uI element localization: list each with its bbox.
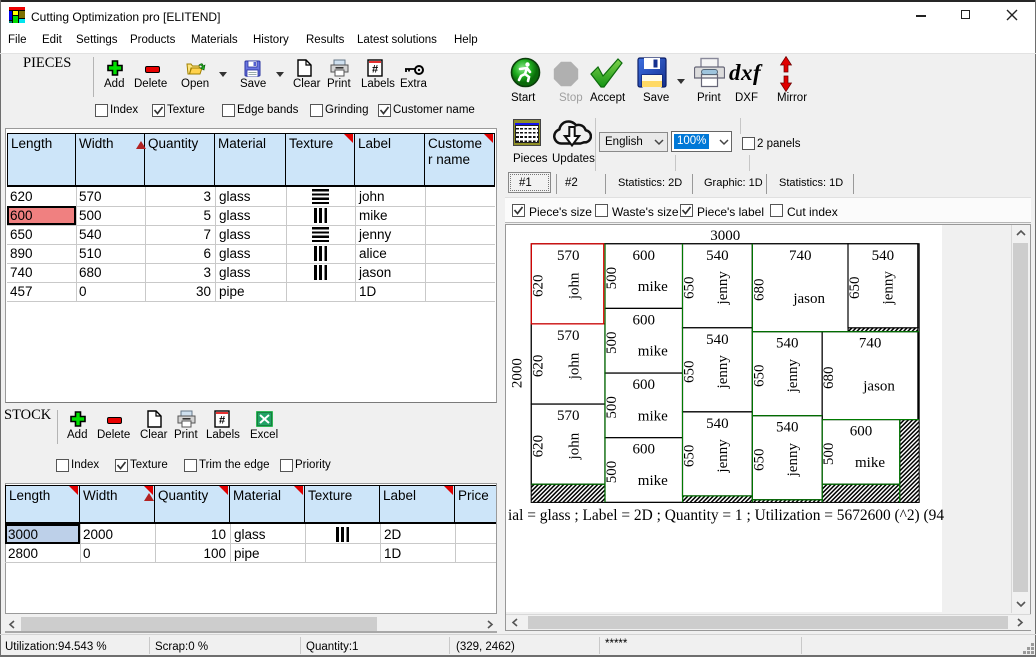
- svg-text:jenny: jenny: [715, 439, 731, 474]
- svg-text:540: 540: [706, 248, 729, 264]
- svg-text:john: john: [567, 432, 583, 460]
- svg-text:650: 650: [682, 445, 698, 468]
- svg-text:mike: mike: [638, 473, 668, 489]
- svg-text:650: 650: [847, 277, 863, 300]
- svg-text:620: 620: [530, 355, 546, 378]
- svg-text:620: 620: [530, 435, 546, 458]
- svg-text:540: 540: [776, 336, 799, 352]
- svg-text:540: 540: [872, 248, 895, 264]
- svg-text:540: 540: [706, 416, 729, 432]
- svg-text:2000: 2000: [510, 358, 526, 388]
- svg-text:jenny: jenny: [881, 271, 897, 306]
- svg-text:650: 650: [682, 361, 698, 384]
- svg-text:620: 620: [530, 275, 546, 298]
- svg-text:600: 600: [633, 248, 656, 264]
- svg-text:mike: mike: [638, 279, 668, 295]
- svg-text:650: 650: [682, 277, 698, 300]
- svg-text:570: 570: [557, 248, 580, 264]
- svg-text:500: 500: [604, 331, 620, 354]
- svg-text:500: 500: [604, 461, 620, 484]
- svg-text:john: john: [567, 272, 583, 300]
- svg-text:540: 540: [776, 420, 799, 436]
- svg-text:500: 500: [604, 396, 620, 419]
- svg-text:jenny: jenny: [715, 355, 731, 390]
- svg-text:540: 540: [706, 332, 729, 348]
- svg-text:650: 650: [751, 364, 767, 387]
- svg-text:mike: mike: [638, 344, 668, 360]
- svg-text:jenny: jenny: [785, 359, 801, 394]
- svg-text:740: 740: [859, 336, 882, 352]
- svg-text:jason: jason: [792, 291, 825, 307]
- svg-text:ial = glass ; Label = 2D ; Qua: ial = glass ; Label = 2D ; Quantity = 1 …: [508, 507, 944, 524]
- svg-text:600: 600: [633, 442, 656, 458]
- svg-text:680: 680: [751, 279, 767, 302]
- svg-text:740: 740: [789, 248, 812, 264]
- svg-text:600: 600: [633, 377, 656, 393]
- svg-text:mike: mike: [855, 455, 885, 471]
- svg-text:500: 500: [821, 443, 837, 466]
- svg-text:jenny: jenny: [715, 271, 731, 306]
- svg-text:650: 650: [751, 448, 767, 471]
- svg-text:3000: 3000: [710, 228, 740, 244]
- svg-text:jenny: jenny: [785, 443, 801, 478]
- svg-text:500: 500: [604, 267, 620, 290]
- svg-text:jason: jason: [862, 379, 895, 395]
- svg-text:600: 600: [850, 424, 873, 440]
- svg-text:570: 570: [557, 408, 580, 424]
- svg-text:#: #: [372, 64, 378, 76]
- svg-text:600: 600: [633, 312, 656, 328]
- svg-text:570: 570: [557, 328, 580, 344]
- svg-text:#: #: [219, 415, 225, 427]
- svg-text:john: john: [567, 352, 583, 380]
- svg-text:680: 680: [821, 366, 837, 389]
- svg-text:mike: mike: [638, 408, 668, 424]
